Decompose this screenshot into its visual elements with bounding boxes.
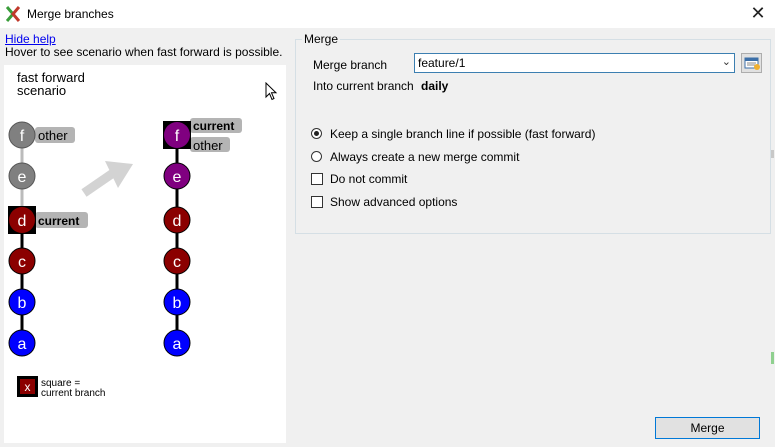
commit-e-after-text: e (173, 169, 182, 186)
background-window-edge-green (771, 352, 774, 364)
checkbox-icon[interactable] (311, 173, 323, 185)
do-not-commit-label: Do not commit (330, 172, 408, 186)
other-label-before-text: other (38, 128, 68, 143)
into-current-branch-label: Into current branch (313, 79, 414, 93)
radio-unchecked-icon[interactable] (311, 151, 322, 162)
current-branch-value: daily (421, 79, 449, 93)
select-branch-button[interactable] (741, 53, 762, 73)
merge-branch-value: feature/1 (418, 56, 466, 70)
commit-b-before-text: b (18, 295, 27, 312)
fast-forward-arrow-icon (81, 161, 133, 197)
hide-help-link[interactable]: Hide help (5, 32, 56, 46)
commit-f-after-text: f (175, 128, 180, 145)
show-advanced-options-label: Show advanced options (330, 195, 458, 209)
commit-a-before-text: a (18, 336, 27, 353)
commit-e-before-text: e (18, 169, 27, 186)
git-extensions-icon (6, 6, 20, 22)
scenario-title-line2: scenario (17, 83, 66, 98)
commit-d-after-text: d (173, 213, 182, 230)
merge-branch-label: Merge branch (313, 58, 388, 72)
legend-text-line2: current branch (41, 388, 105, 399)
window-title: Merge branches (27, 7, 114, 21)
title-bar: Merge branches ✕ (0, 0, 775, 28)
help-hint-text: Hover to see scenario when fast forward … (5, 45, 283, 59)
commit-a-after-text: a (173, 336, 182, 353)
mouse-pointer-icon (265, 82, 278, 101)
other-label-after-text: other (193, 138, 223, 153)
current-label-before-text: current (38, 214, 79, 228)
radio-checked-icon[interactable] (311, 128, 322, 139)
commit-d-before-text: d (18, 213, 27, 230)
legend-marker: x (25, 380, 31, 394)
new-merge-commit-label: Always create a new merge commit (330, 150, 520, 164)
background-window-edge (771, 150, 774, 158)
fast-forward-label: Keep a single branch line if possible (f… (330, 127, 596, 141)
merge-group-title: Merge (302, 32, 341, 46)
commit-c-after-text: c (173, 254, 181, 271)
close-button[interactable]: ✕ (748, 3, 768, 23)
branch-list-icon (744, 57, 760, 70)
checkbox-icon[interactable] (311, 196, 323, 208)
commit-b-after-text: b (173, 295, 182, 312)
merge-button[interactable]: Merge (655, 417, 760, 439)
commit-c-before-text: c (18, 254, 26, 271)
fast-forward-scenario-panel: fast forward scenario other current f e … (4, 65, 286, 443)
commit-f-before-text: f (20, 128, 25, 145)
chevron-down-icon[interactable]: ⌄ (722, 55, 731, 68)
merge-branch-combobox[interactable]: feature/1 ⌄ (414, 53, 735, 73)
current-label-after-text: current (193, 119, 234, 133)
